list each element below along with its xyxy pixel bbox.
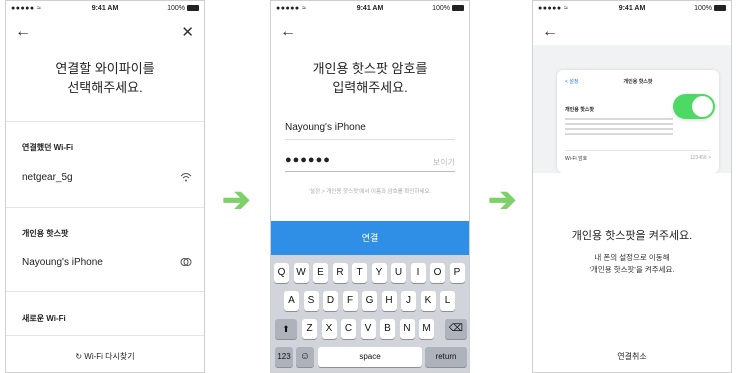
key-t[interactable]: T bbox=[352, 263, 367, 283]
battery-indicator: 100% bbox=[167, 5, 199, 12]
page-title: 개인용 핫스팟 암호를 입력해주세요. bbox=[312, 61, 428, 95]
rescan-wifi-button[interactable]: ↻ Wi-Fi 다시찾기 bbox=[6, 351, 204, 362]
numbers-key[interactable]: 123 bbox=[275, 347, 293, 367]
page-title: 연결할 와이파이를 선택해주세요. bbox=[55, 61, 155, 95]
battery-indicator: 100% bbox=[432, 5, 464, 12]
divider bbox=[6, 207, 204, 208]
key-j[interactable]: J bbox=[401, 291, 416, 311]
wifi-icon bbox=[180, 172, 192, 184]
key-e[interactable]: E bbox=[313, 263, 328, 283]
battery-icon bbox=[187, 5, 199, 12]
show-password-button[interactable]: 보이기 bbox=[433, 157, 455, 168]
status-bar: ●●●●● ≈ 9:41 AM 100% bbox=[533, 1, 731, 17]
connect-button[interactable]: 연결 bbox=[271, 221, 469, 255]
section-connected-wifi: 연결했던 Wi-Fi bbox=[22, 143, 74, 152]
back-button[interactable]: ← bbox=[15, 23, 31, 41]
toggle-knob bbox=[692, 96, 713, 117]
back-button[interactable]: ← bbox=[542, 23, 558, 41]
battery-icon bbox=[452, 5, 464, 12]
screen-enter-password: ●●●●● ≈ 9:41 AM 100% ← 개인용 핫스팟 암호를 입력해주세… bbox=[270, 0, 470, 373]
divider bbox=[6, 121, 204, 122]
battery-indicator: 100% bbox=[694, 5, 726, 12]
key-c[interactable]: C bbox=[341, 319, 356, 339]
hotspot-toggle bbox=[673, 94, 715, 119]
section-hotspot: 개인용 핫스팟 bbox=[22, 229, 69, 238]
settings-wifi-password-row: Wi-Fi 암호 123456 > bbox=[565, 150, 711, 162]
settings-hotspot-row: 개인용 핫스팟 bbox=[565, 107, 594, 113]
key-a[interactable]: A bbox=[284, 291, 299, 311]
key-w[interactable]: W bbox=[293, 263, 309, 283]
network-name-field[interactable]: Nayoung's iPhone bbox=[285, 122, 455, 140]
shift-key[interactable]: ⬆ bbox=[275, 319, 297, 339]
settings-illustration: < 설정 개인용 핫스팟 개인용 핫스팟 Wi-Fi 암호 123456 > bbox=[533, 45, 731, 173]
return-key[interactable]: return bbox=[425, 347, 467, 367]
arrow-right-icon: ➔ bbox=[222, 181, 251, 219]
arrow-right-icon: ➔ bbox=[488, 181, 517, 219]
refresh-icon: ↻ bbox=[75, 352, 83, 361]
page-title: 개인용 핫스팟을 켜주세요. bbox=[571, 230, 693, 242]
key-u[interactable]: U bbox=[391, 263, 406, 283]
key-l[interactable]: L bbox=[440, 291, 455, 311]
screen-select-wifi: ●●●●● ≈ 9:41 AM 100% ← ✕ 연결할 와이파이를 선택해주세… bbox=[5, 0, 205, 373]
close-button[interactable]: ✕ bbox=[181, 23, 194, 41]
hotspot-name: Nayoung's iPhone bbox=[22, 257, 103, 268]
key-v[interactable]: V bbox=[360, 319, 376, 339]
hotspot-icon bbox=[180, 257, 192, 269]
space-key[interactable]: space bbox=[318, 347, 422, 367]
key-q[interactable]: Q bbox=[274, 263, 289, 283]
hint-text: '설정 > 개인용 핫스팟'에서 이름과 암호를 확인하세요. bbox=[308, 189, 432, 195]
divider bbox=[6, 291, 204, 292]
delete-key[interactable]: ⌫ bbox=[445, 319, 467, 339]
instruction-text: 내 폰의 설정으로 이동해 '개인용 핫스팟'을 켜주세요. bbox=[589, 253, 675, 274]
status-bar: ●●●●● ≈ 9:41 AM 100% bbox=[271, 1, 469, 17]
settings-title: 개인용 핫스팟 bbox=[623, 79, 653, 85]
rescan-label: Wi-Fi 다시찾기 bbox=[84, 352, 135, 361]
key-i[interactable]: I bbox=[410, 263, 426, 283]
settings-description bbox=[565, 118, 673, 136]
key-f[interactable]: F bbox=[342, 291, 358, 311]
wifi-name: netgear_5g bbox=[22, 172, 73, 183]
cancel-connection-button[interactable]: 연결취소 bbox=[533, 351, 731, 362]
key-b[interactable]: B bbox=[380, 319, 395, 339]
key-d[interactable]: D bbox=[323, 291, 338, 311]
emoji-key[interactable]: ☺ bbox=[296, 347, 314, 367]
key-k[interactable]: K bbox=[420, 291, 436, 311]
key-s[interactable]: S bbox=[303, 291, 319, 311]
keyboard: QWERTYUIOP ASDFGHJKL ZXCVBNM ⬆ ⌫ 123 ☺ s… bbox=[271, 255, 469, 372]
battery-icon bbox=[714, 5, 726, 12]
key-r[interactable]: R bbox=[332, 263, 348, 283]
divider bbox=[6, 335, 204, 336]
key-z[interactable]: Z bbox=[302, 319, 317, 339]
password-field[interactable]: ●●●●●● bbox=[285, 154, 331, 166]
key-o[interactable]: O bbox=[430, 263, 445, 283]
settings-card: < 설정 개인용 핫스팟 개인용 핫스팟 Wi-Fi 암호 123456 > bbox=[557, 70, 719, 173]
screen-enable-hotspot: ●●●●● ≈ 9:41 AM 100% ← < 설정 개인용 핫스팟 개인용 … bbox=[532, 0, 732, 373]
settings-wifi-password-value: 123456 > bbox=[690, 155, 711, 161]
hotspot-item-nayoung[interactable]: Nayoung's iPhone bbox=[22, 257, 192, 268]
wifi-item-netgear[interactable]: netgear_5g bbox=[22, 172, 192, 183]
key-y[interactable]: Y bbox=[371, 263, 387, 283]
back-button[interactable]: ← bbox=[280, 23, 296, 41]
section-new-wifi: 새로운 Wi-Fi bbox=[22, 314, 66, 323]
key-h[interactable]: H bbox=[381, 291, 397, 311]
key-m[interactable]: M bbox=[419, 319, 434, 339]
key-n[interactable]: N bbox=[399, 319, 415, 339]
key-x[interactable]: X bbox=[321, 319, 337, 339]
key-g[interactable]: G bbox=[362, 291, 377, 311]
key-p[interactable]: P bbox=[449, 263, 465, 283]
status-bar: ●●●●● ≈ 9:41 AM 100% bbox=[6, 1, 204, 17]
password-underline bbox=[285, 171, 455, 172]
